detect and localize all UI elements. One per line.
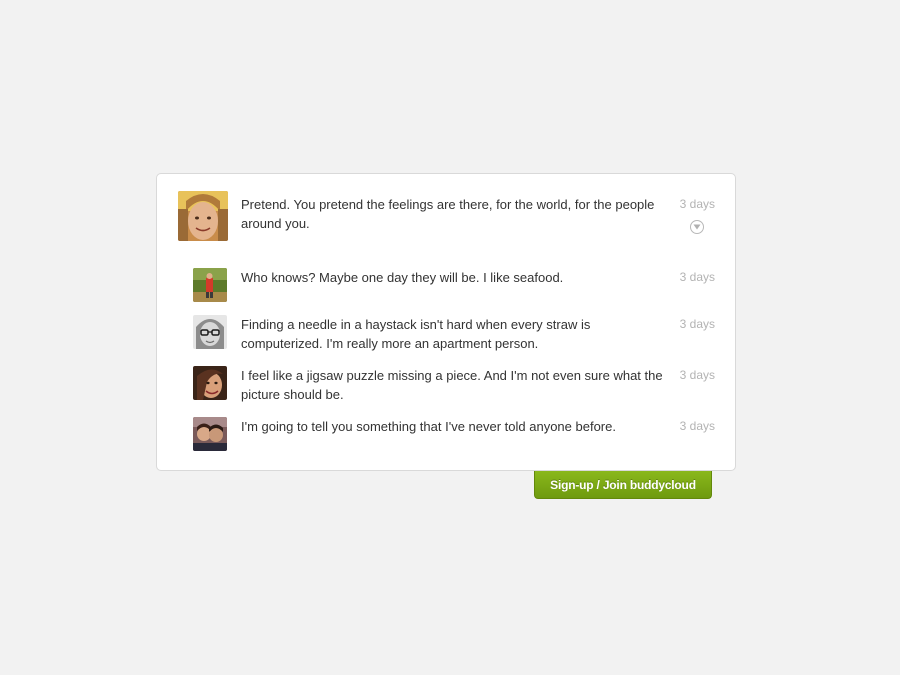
avatar-photo-woman-glasses: [193, 315, 227, 349]
signup-button[interactable]: Sign-up / Join buddycloud: [534, 471, 712, 499]
reply-timestamp: 3 days: [679, 368, 715, 382]
post-text: Pretend. You pretend the feelings are th…: [241, 197, 655, 231]
reply-text: I'm going to tell you something that I'v…: [241, 419, 616, 434]
thread-card: Pretend. You pretend the feelings are th…: [156, 173, 736, 471]
avatar[interactable]: [178, 191, 228, 241]
avatar-photo-outdoor-person: [193, 268, 227, 302]
post-timestamp: 3 days: [679, 197, 715, 211]
avatar[interactable]: [193, 315, 227, 349]
chevron-down-circle-icon[interactable]: [690, 220, 704, 234]
avatar-photo-couple: [193, 417, 227, 451]
reply-text: Who knows? Maybe one day they will be. I…: [241, 270, 564, 285]
avatar[interactable]: [193, 417, 227, 451]
avatar[interactable]: [193, 366, 227, 400]
reply-text: I feel like a jigsaw puzzle missing a pi…: [241, 368, 663, 402]
reply-text: Finding a needle in a haystack isn't har…: [241, 317, 591, 351]
avatar[interactable]: [193, 268, 227, 302]
reply-timestamp: 3 days: [679, 419, 715, 433]
reply-timestamp: 3 days: [679, 317, 715, 331]
avatar-photo-woman-smiling: [178, 191, 228, 241]
avatar-photo-woman-smiling: [193, 366, 227, 400]
reply-timestamp: 3 days: [679, 270, 715, 284]
